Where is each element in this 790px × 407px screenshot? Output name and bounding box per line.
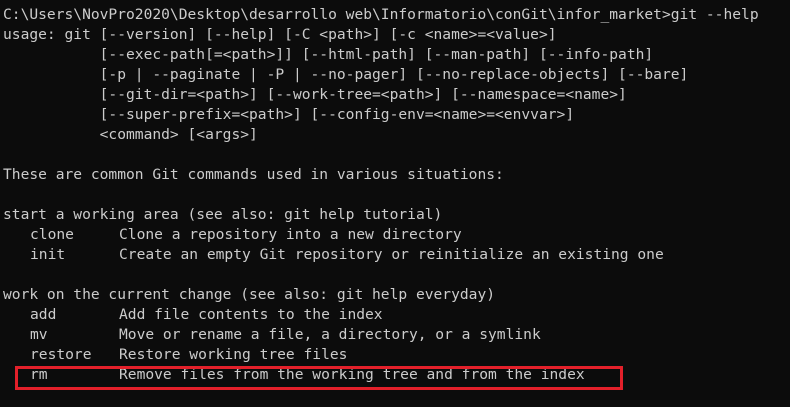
prompt-line: C:\Users\NovPro2020\Desktop\desarrollo w… [3, 6, 759, 23]
command-name: restore [30, 346, 92, 363]
command-description: Remove files from the working tree and f… [119, 366, 585, 383]
command-description: Restore working tree files [119, 346, 348, 363]
command-description: Create an empty Git repository or reinit… [119, 246, 664, 263]
command-description: Clone a repository into a new directory [119, 226, 462, 243]
usage-line: [--exec-path[=<path>]] [--html-path] [--… [3, 46, 654, 63]
usage-line: [--super-prefix=<path>] [--config-env=<n… [3, 106, 575, 123]
command-row-rm: rm Remove files from the working tree an… [3, 365, 790, 385]
terminal-window[interactable]: C:\Users\NovPro2020\Desktop\desarrollo w… [0, 0, 790, 407]
command-name: add [30, 306, 57, 323]
command-name: mv [30, 326, 48, 343]
command-name: rm [30, 366, 48, 383]
usage-line: <command> [<args>] [3, 126, 258, 143]
command-row-add: add Add file contents to the index [3, 305, 790, 325]
command-name: init [30, 246, 66, 263]
section-heading: work on the current change (see also: gi… [3, 286, 496, 303]
command-description: Move or rename a file, a directory, or a… [119, 326, 541, 343]
command-row-init: init Create an empty Git repository or r… [3, 245, 790, 265]
usage-line: [-p | --paginate | -P | --no-pager] [--n… [3, 66, 689, 83]
usage-line: [--git-dir=<path>] [--work-tree=<path>] … [3, 86, 627, 103]
section-heading: start a working area (see also: git help… [3, 206, 443, 223]
command-row-restore: restore Restore working tree files [3, 345, 790, 365]
usage-line: usage: git [--version] [--help] [-C <pat… [3, 26, 557, 43]
intro-text: These are common Git commands used in va… [3, 166, 504, 183]
command-description: Add file contents to the index [119, 306, 383, 323]
command-row-mv: mv Move or rename a file, a directory, o… [3, 325, 790, 345]
command-row-clone: clone Clone a repository into a new dire… [3, 225, 790, 245]
command-name: clone [30, 226, 74, 243]
